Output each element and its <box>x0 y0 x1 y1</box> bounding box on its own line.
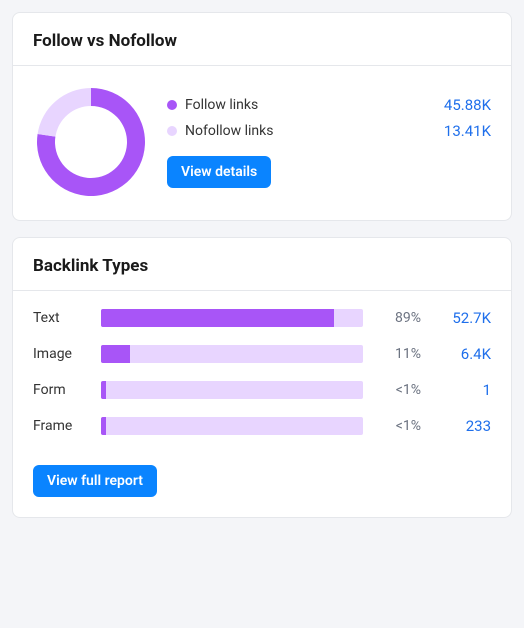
backlink-types-card: Backlink Types Text 89% 52.7K Image 11% 6.4K F… <box>12 237 512 518</box>
legend-value[interactable]: 13.41K <box>444 122 491 140</box>
backlink-row-percent: 89% <box>377 310 421 326</box>
backlink-row-count[interactable]: 233 <box>435 417 491 435</box>
backlink-row-count[interactable]: 6.4K <box>435 345 491 363</box>
card-header: Follow vs Nofollow <box>13 13 511 66</box>
donut-row: Follow links 45.88K Nofollow links 13.41… <box>33 84 491 200</box>
follow-vs-nofollow-card: Follow vs Nofollow Follow links 45.88K N… <box>12 12 512 221</box>
backlink-row: Form <1% 1 <box>33 381 491 399</box>
legend-label: Follow links <box>185 97 436 113</box>
card-title: Follow vs Nofollow <box>33 31 491 51</box>
backlink-row-label: Form <box>33 382 87 398</box>
legend-item-nofollow: Nofollow links 13.41K <box>167 122 491 140</box>
card-header: Backlink Types <box>13 238 511 291</box>
backlink-row-label: Text <box>33 310 87 326</box>
bar-track <box>101 345 363 363</box>
backlink-row: Frame <1% 233 <box>33 417 491 435</box>
bar-track <box>101 381 363 399</box>
legend-value[interactable]: 45.88K <box>444 96 491 114</box>
card-body: Follow links 45.88K Nofollow links 13.41… <box>13 66 511 220</box>
legend-dot-icon <box>167 126 177 136</box>
card-title: Backlink Types <box>33 256 491 276</box>
button-wrap: View full report <box>33 453 491 497</box>
bar-track <box>101 309 363 327</box>
bar-fill <box>101 309 334 327</box>
bar-fill <box>101 381 106 399</box>
legend-label: Nofollow links <box>185 123 436 139</box>
button-wrap: View details <box>167 148 491 188</box>
bar-fill <box>101 417 106 435</box>
legend-item-follow: Follow links 45.88K <box>167 96 491 114</box>
donut-segment <box>38 88 91 137</box>
backlink-row-percent: <1% <box>377 418 421 434</box>
legend-dot-icon <box>167 100 177 110</box>
backlink-row-label: Image <box>33 346 87 362</box>
legend-area: Follow links 45.88K Nofollow links 13.41… <box>167 96 491 188</box>
backlink-row-percent: 11% <box>377 346 421 362</box>
backlink-row-label: Frame <box>33 418 87 434</box>
view-full-report-button[interactable]: View full report <box>33 465 157 497</box>
bar-track <box>101 417 363 435</box>
bar-fill <box>101 345 130 363</box>
backlink-row-percent: <1% <box>377 382 421 398</box>
backlink-row-count[interactable]: 1 <box>435 381 491 399</box>
donut-chart <box>33 84 149 200</box>
backlink-row-count[interactable]: 52.7K <box>435 309 491 327</box>
backlink-rows: Text 89% 52.7K Image 11% 6.4K Form <1% 1 Frame <1%… <box>33 309 491 435</box>
backlink-row: Text 89% 52.7K <box>33 309 491 327</box>
backlink-row: Image 11% 6.4K <box>33 345 491 363</box>
view-details-button[interactable]: View details <box>167 156 271 188</box>
card-body: Text 89% 52.7K Image 11% 6.4K Form <1% 1 Frame <1%… <box>13 291 511 517</box>
